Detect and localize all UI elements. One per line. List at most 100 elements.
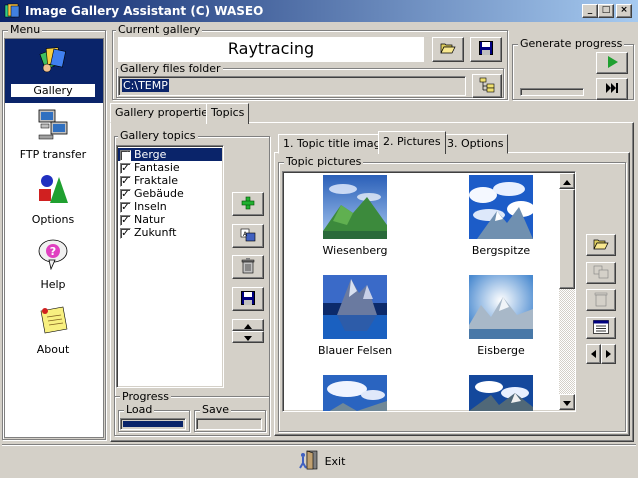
open-folder-icon xyxy=(440,41,456,58)
delete-topic-button[interactable] xyxy=(232,255,264,279)
open-folder-icon xyxy=(593,237,609,254)
generate-progress-label: Generate progress xyxy=(518,37,625,50)
tab-pictures[interactable]: 2. Pictures xyxy=(378,131,446,154)
arrow-right-icon xyxy=(606,348,611,361)
menu-item-gallery[interactable]: Gallery xyxy=(4,42,102,102)
picture-thumbnail[interactable] xyxy=(469,175,535,239)
note-pin-icon xyxy=(37,303,69,335)
browse-folder-button[interactable] xyxy=(472,74,502,98)
menu-item-help[interactable]: ? Help xyxy=(4,238,102,298)
gallery-topics-label: Gallery topics xyxy=(118,129,198,142)
generate-play-button[interactable] xyxy=(596,52,628,74)
topic-checkbox[interactable]: ✓ xyxy=(120,175,131,187)
pictures-view[interactable]: Wiesenberg Bergspitze Blauer Felsen Eisb… xyxy=(282,171,576,412)
list-item[interactable]: ✓ Fantasie xyxy=(118,161,222,174)
trash-icon xyxy=(241,257,255,277)
rename-topic-button[interactable]: A xyxy=(232,224,264,248)
topic-pictures-label: Topic pictures xyxy=(284,155,364,168)
exit-door-icon xyxy=(298,450,319,473)
exit-label: Exit xyxy=(324,454,346,468)
rename-picture-button[interactable] xyxy=(586,262,616,284)
topic-checkbox[interactable]: ✓ xyxy=(120,201,131,213)
scroll-up-button[interactable] xyxy=(559,173,575,189)
save-progress-bar xyxy=(196,418,262,430)
arrow-up-icon xyxy=(563,175,571,188)
open-picture-button[interactable] xyxy=(586,234,616,256)
move-picture-right-button[interactable] xyxy=(601,344,616,364)
tab-gallery-properties[interactable]: Gallery properties xyxy=(110,103,219,123)
title-bar[interactable]: Image Gallery Assistant (C) WASEO _ □ × xyxy=(0,0,638,22)
menu-item-label: Help xyxy=(40,278,66,291)
picture-thumbnail[interactable] xyxy=(323,375,387,411)
maximize-button[interactable]: □ xyxy=(598,4,614,18)
save-label: Save xyxy=(200,403,232,416)
picture-thumbnail[interactable] xyxy=(469,375,533,411)
move-topic-down-button[interactable] xyxy=(232,331,264,343)
scroll-down-button[interactable] xyxy=(559,394,575,410)
menu-item-ftp-transfer[interactable]: FTP transfer xyxy=(4,108,102,168)
picture-thumbnail[interactable] xyxy=(323,275,387,339)
help-bubble-icon: ? xyxy=(37,238,69,271)
topics-list[interactable]: ✓ Berge ✓ Fantasie ✓ Fraktale ✓ Gebäude ✓ Ins… xyxy=(116,145,224,388)
generate-skip-button[interactable] xyxy=(596,78,628,100)
topic-checkbox[interactable]: ✓ xyxy=(120,227,131,239)
picture-caption: Bergspitze xyxy=(471,244,531,257)
save-gallery-button[interactable] xyxy=(470,37,502,62)
shapes-icon xyxy=(37,173,69,205)
tab-topic-options[interactable]: 3. Options xyxy=(442,134,509,154)
arrow-left-icon xyxy=(591,348,596,361)
gallery-icon xyxy=(37,42,69,74)
skip-end-icon xyxy=(606,82,618,96)
gallery-folder-value: C:\TEMP xyxy=(122,79,169,92)
menu-item-label: Gallery xyxy=(11,84,95,97)
menu-item-label: Options xyxy=(31,213,75,226)
svg-text:?: ? xyxy=(50,245,56,258)
list-item[interactable]: ✓ Natur xyxy=(118,213,222,226)
progress-label: Progress xyxy=(120,390,171,403)
footer-divider xyxy=(2,444,636,446)
tab-topic-title-image[interactable]: 1. Topic title image xyxy=(278,134,393,154)
menu-item-label: FTP transfer xyxy=(19,148,87,161)
ftp-computer-icon xyxy=(37,108,69,140)
topic-checkbox[interactable]: ✓ xyxy=(120,214,131,226)
load-label: Load xyxy=(124,403,155,416)
menu-item-about[interactable]: About xyxy=(4,303,102,363)
picture-thumbnail[interactable] xyxy=(323,175,387,239)
picture-caption: Wiesenberg xyxy=(322,244,388,257)
picture-thumbnail[interactable] xyxy=(469,275,533,339)
floppy-disk-icon xyxy=(479,41,493,58)
current-gallery-label: Current gallery xyxy=(116,23,203,36)
list-item[interactable]: ✓ Berge xyxy=(118,148,222,161)
arrow-down-icon xyxy=(563,396,571,409)
generate-progress-bar xyxy=(520,88,584,96)
topic-checkbox[interactable]: ✓ xyxy=(120,162,131,174)
add-topic-button[interactable] xyxy=(232,192,264,216)
floppy-disk-icon xyxy=(241,290,255,308)
app-icon xyxy=(4,3,20,19)
tab-topics[interactable]: Topics xyxy=(206,103,250,124)
topic-checkbox[interactable]: ✓ xyxy=(120,188,131,200)
gallery-folder-field[interactable]: C:\TEMP xyxy=(118,76,466,96)
delete-picture-button[interactable] xyxy=(586,289,616,311)
move-picture-left-button[interactable] xyxy=(586,344,601,364)
move-topic-up-button[interactable] xyxy=(232,319,264,331)
open-gallery-button[interactable] xyxy=(432,37,464,62)
minimize-button[interactable]: _ xyxy=(582,4,598,18)
play-icon xyxy=(606,55,618,71)
list-item[interactable]: ✓ Gebäude xyxy=(118,187,222,200)
picture-properties-button[interactable] xyxy=(586,317,616,339)
pictures-scrollbar[interactable] xyxy=(559,173,575,410)
topic-checkbox[interactable]: ✓ xyxy=(120,149,131,161)
list-item[interactable]: ✓ Zukunft xyxy=(118,226,222,239)
list-item[interactable]: ✓ Fraktale xyxy=(118,174,222,187)
folder-tree-icon xyxy=(479,77,495,96)
load-progress-fill xyxy=(123,421,183,427)
menu-item-options[interactable]: Options xyxy=(4,173,102,233)
scroll-thumb[interactable] xyxy=(559,189,575,289)
exit-button[interactable]: Exit xyxy=(294,450,350,472)
close-button[interactable]: × xyxy=(616,4,632,18)
save-topic-button[interactable] xyxy=(232,287,264,311)
edit-rename-icon: A xyxy=(240,228,256,245)
gallery-files-folder-label: Gallery files folder xyxy=(118,62,223,75)
list-item[interactable]: ✓ Inseln xyxy=(118,200,222,213)
